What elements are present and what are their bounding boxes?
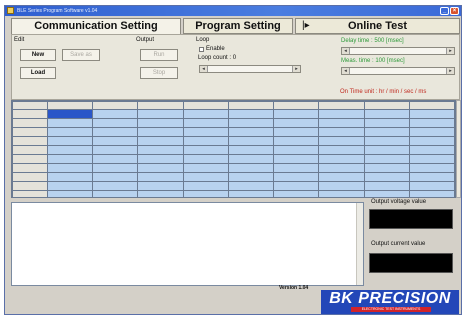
logo-text: BK PRECISION — [329, 290, 451, 307]
tab-online-test[interactable]: |▸ Online Test — [295, 18, 460, 34]
slider-right-icon[interactable]: ▸ — [446, 68, 454, 74]
loop-count-slider[interactable]: ◂ ▸ — [199, 65, 301, 73]
load-button[interactable]: Load — [20, 67, 56, 79]
edit-heading: Edit — [14, 37, 25, 43]
table-row[interactable] — [12, 127, 455, 137]
grid-header-row — [12, 101, 455, 110]
table-row[interactable] — [12, 154, 455, 164]
slider-left-icon[interactable]: ◂ — [342, 48, 350, 54]
meas-time-slider[interactable]: ◂ ▸ — [341, 67, 455, 75]
version-label: Version 1.04 — [279, 285, 309, 291]
tab-label: Program Setting — [195, 20, 281, 32]
bk-precision-logo: BK PRECISION ELECTRONIC TEST INSTRUMENTS — [321, 290, 459, 314]
tab-communication-setting[interactable]: Communication Setting — [11, 18, 181, 34]
delay-time-slider[interactable]: ◂ ▸ — [341, 47, 455, 55]
control-panel: Edit New Save as Load Output Run Stop Lo… — [11, 34, 460, 100]
output-voltage-display — [369, 209, 453, 229]
table-row[interactable] — [12, 163, 455, 173]
title-bar[interactable]: BLE Series Program Software v1.04 _ × — [5, 6, 461, 16]
slider-right-icon[interactable]: ▸ — [446, 48, 454, 54]
output-heading: Output — [136, 37, 155, 43]
save-as-button[interactable]: Save as — [62, 49, 100, 61]
loop-heading: Loop — [196, 37, 210, 43]
app-icon — [7, 7, 14, 14]
stop-button[interactable]: Stop — [140, 67, 178, 79]
output-current-display — [369, 253, 453, 273]
minimize-icon[interactable]: _ — [440, 7, 449, 15]
enable-label: Enable — [206, 46, 225, 52]
play-step-icon: |▸ — [302, 20, 310, 31]
log-textarea[interactable] — [11, 202, 364, 286]
delay-time-label: Delay time : 500 [msec] — [341, 38, 404, 44]
table-row[interactable] — [12, 172, 455, 182]
time-unit-note: On Time unit : hr / min / sec / ms — [340, 89, 427, 95]
output-current-label: Output current value — [371, 241, 426, 247]
run-button[interactable]: Run — [140, 49, 178, 61]
grid-scrollbar[interactable] — [456, 100, 461, 198]
loop-count-label: Loop count : 0 — [198, 55, 237, 61]
output-voltage-label: Output voltage value — [371, 199, 427, 205]
slider-left-icon[interactable]: ◂ — [342, 68, 350, 74]
slider-left-icon[interactable]: ◂ — [200, 66, 208, 72]
table-row[interactable] — [12, 190, 455, 197]
logo-subtitle: ELECTRONIC TEST INSTRUMENTS — [351, 307, 431, 312]
new-button[interactable]: New — [20, 49, 56, 61]
close-icon[interactable]: × — [450, 7, 459, 15]
window-title: BLE Series Program Software v1.04 — [17, 8, 98, 14]
table-row[interactable] — [12, 145, 455, 155]
tab-bar: Communication Setting Program Setting |▸… — [5, 18, 461, 34]
app-window: BLE Series Program Software v1.04 _ × Co… — [4, 5, 462, 315]
selected-cell[interactable] — [46, 109, 94, 119]
table-row[interactable] — [12, 136, 455, 146]
enable-checkbox[interactable] — [199, 47, 204, 52]
tab-label: Communication Setting — [34, 20, 158, 32]
tab-label: Online Test — [347, 20, 408, 32]
table-row[interactable] — [12, 109, 455, 119]
table-row[interactable] — [12, 118, 455, 128]
table-row[interactable] — [12, 181, 455, 191]
tab-program-setting[interactable]: Program Setting — [183, 18, 293, 34]
log-scrollbar[interactable] — [356, 203, 363, 285]
program-grid[interactable] — [11, 100, 456, 198]
meas-time-label: Meas. time : 100 [msec] — [341, 58, 405, 64]
slider-right-icon[interactable]: ▸ — [292, 66, 300, 72]
